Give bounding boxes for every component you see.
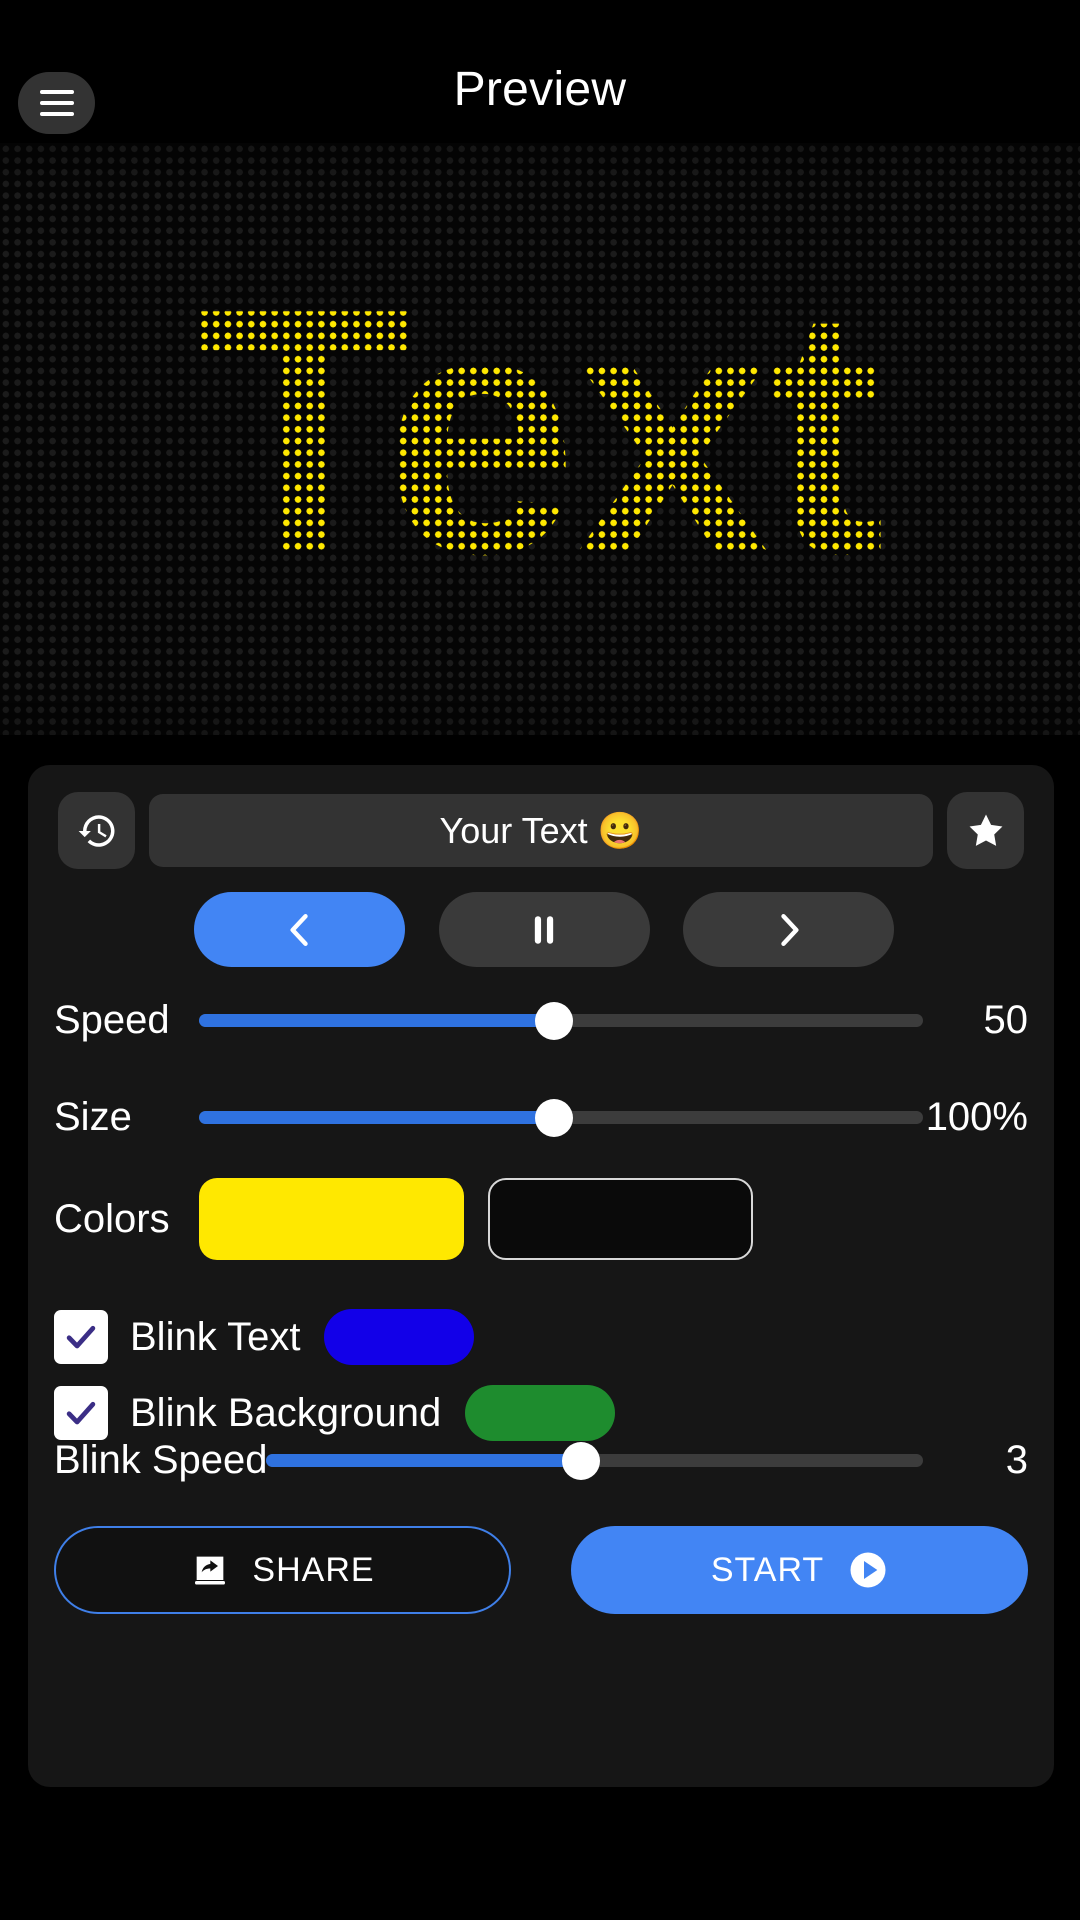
blink-text-color-swatch[interactable] bbox=[324, 1309, 475, 1365]
text-input-row: Your Text 😀 bbox=[58, 792, 1024, 869]
page-title: Preview bbox=[453, 63, 627, 116]
star-icon bbox=[969, 814, 1002, 846]
blink-speed-slider-row: Blink Speed 3 bbox=[54, 1430, 1028, 1490]
chevron-left-icon bbox=[289, 913, 308, 946]
check-icon bbox=[66, 1401, 96, 1425]
led-display-text: Text bbox=[197, 236, 885, 627]
check-icon bbox=[66, 1325, 96, 1349]
colors-row: Colors bbox=[54, 1177, 1028, 1261]
blink-text-label: Blink Text bbox=[130, 1314, 301, 1359]
share-icon bbox=[195, 1556, 226, 1585]
share-button[interactable]: SHARE bbox=[54, 1526, 511, 1614]
playback-controls bbox=[194, 892, 894, 967]
favorite-button[interactable] bbox=[947, 792, 1024, 869]
size-value: 100% bbox=[925, 1094, 1028, 1139]
background-color-swatch[interactable] bbox=[488, 1178, 753, 1260]
blink-speed-slider-fill bbox=[266, 1454, 582, 1467]
size-slider-fill bbox=[199, 1111, 554, 1124]
previous-button[interactable] bbox=[194, 892, 405, 967]
size-label: Size bbox=[54, 1094, 132, 1139]
history-restore-icon bbox=[78, 814, 114, 847]
size-slider-row: Size 100% bbox=[54, 1087, 1028, 1147]
app-root: Preview Text Your Text 😀 Speed 50 Size 1… bbox=[0, 0, 1080, 1920]
chevron-right-icon bbox=[780, 913, 799, 946]
speed-slider-thumb[interactable] bbox=[534, 1002, 573, 1040]
action-buttons: SHARE START bbox=[54, 1525, 1028, 1615]
size-slider-thumb[interactable] bbox=[534, 1099, 573, 1137]
control-panel: Your Text 😀 Speed 50 Size 100% Colors Bl… bbox=[28, 765, 1054, 1787]
speed-value: 50 bbox=[983, 997, 1029, 1042]
speed-label: Speed bbox=[54, 997, 170, 1042]
blink-background-label: Blink Background bbox=[130, 1390, 442, 1435]
blink-text-row: Blink Text bbox=[54, 1305, 654, 1369]
speed-slider[interactable] bbox=[199, 990, 923, 1050]
blink-speed-slider[interactable] bbox=[266, 1430, 923, 1490]
blink-speed-value: 3 bbox=[1005, 1437, 1028, 1482]
speed-slider-row: Speed 50 bbox=[54, 990, 1028, 1050]
next-button[interactable] bbox=[683, 892, 894, 967]
colors-label: Colors bbox=[54, 1196, 170, 1241]
size-slider[interactable] bbox=[199, 1087, 923, 1147]
blink-text-checkbox[interactable] bbox=[54, 1310, 108, 1364]
led-text-container: Text bbox=[0, 143, 1080, 735]
blink-speed-label: Blink Speed bbox=[54, 1437, 268, 1482]
share-button-label: SHARE bbox=[252, 1550, 375, 1589]
start-button[interactable]: START bbox=[571, 1526, 1028, 1614]
pause-button[interactable] bbox=[438, 892, 650, 967]
speed-slider-fill bbox=[199, 1014, 554, 1027]
play-icon bbox=[850, 1552, 886, 1588]
history-button[interactable] bbox=[58, 792, 135, 869]
marquee-text-input[interactable]: Your Text 😀 bbox=[149, 794, 933, 867]
app-header: Preview bbox=[0, 0, 1080, 143]
blink-speed-slider-thumb[interactable] bbox=[562, 1442, 601, 1480]
text-color-swatch[interactable] bbox=[199, 1178, 464, 1260]
start-button-label: START bbox=[710, 1550, 825, 1589]
pause-icon bbox=[534, 915, 554, 944]
led-preview-display[interactable]: Text bbox=[0, 143, 1080, 735]
marquee-text-value: Your Text 😀 bbox=[439, 809, 643, 851]
